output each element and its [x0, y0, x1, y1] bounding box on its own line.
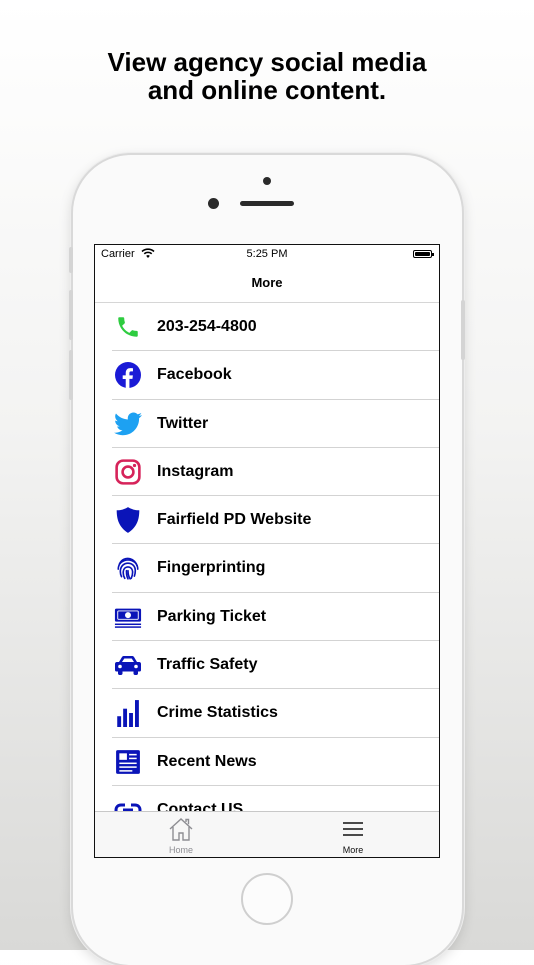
fingerprint-icon — [114, 554, 142, 582]
list-item-phone[interactable]: 203-254-4800 — [95, 303, 439, 352]
list-item-label: Traffic Safety — [157, 656, 258, 674]
list-item-label: Fingerprinting — [157, 559, 266, 577]
front-camera — [263, 177, 271, 185]
headline: View agency social media and online cont… — [0, 48, 534, 104]
app-screen: Carrier 5:25 PM More 203-254-4800 Facebo… — [94, 244, 440, 858]
list-item-label: Parking Ticket — [157, 607, 267, 625]
tab-bar: Home More — [95, 811, 439, 857]
shield-icon — [114, 506, 142, 534]
volume-up-button — [69, 290, 73, 340]
newspaper-icon — [114, 748, 142, 776]
mute-switch — [69, 247, 73, 273]
list-item-label: Fairfield PD Website — [157, 511, 312, 529]
phone-icon — [114, 313, 142, 341]
car-icon — [114, 651, 142, 679]
home-icon — [169, 818, 193, 841]
list-item-fingerprinting[interactable]: Fingerprinting — [95, 544, 439, 593]
twitter-icon — [114, 410, 142, 438]
list-item-label: Crime Statistics — [157, 704, 278, 722]
power-button — [461, 300, 465, 360]
earpiece-speaker — [240, 201, 294, 206]
list-item-instagram[interactable]: Instagram — [95, 448, 439, 497]
status-time: 5:25 PM — [246, 248, 288, 260]
money-icon — [114, 603, 142, 631]
volume-down-button — [69, 350, 73, 400]
facebook-icon — [114, 361, 142, 389]
tab-home[interactable]: Home — [95, 812, 267, 857]
proximity-sensor — [208, 198, 219, 209]
tab-more-label: More — [342, 845, 364, 855]
tab-more[interactable]: More — [267, 812, 439, 857]
list-item-label: Recent News — [157, 752, 257, 770]
list-item-recent-news[interactable]: Recent News — [95, 738, 439, 786]
home-button[interactable] — [241, 873, 293, 925]
tab-home-label: Home — [168, 845, 193, 855]
list-item-label: Twitter — [157, 414, 209, 432]
bar-chart-icon — [114, 699, 142, 728]
headline-line-1: View agency social media — [107, 47, 427, 77]
list-item-facebook[interactable]: Facebook — [95, 351, 439, 400]
more-list: 203-254-4800 Facebook Twitter Instagram — [95, 303, 439, 811]
list-item-twitter[interactable]: Twitter — [95, 400, 439, 448]
instagram-icon — [114, 458, 142, 486]
status-bar: Carrier 5:25 PM — [95, 245, 439, 265]
list-item-crime-statistics[interactable]: Crime Statistics — [95, 689, 439, 738]
list-item-label: Facebook — [157, 366, 232, 384]
list-item-traffic-safety[interactable]: Traffic Safety — [95, 641, 439, 690]
battery-icon — [413, 250, 434, 258]
list-item-label: Contact US — [157, 800, 244, 811]
headline-line-2: and online content. — [147, 75, 387, 105]
list-item-parking-ticket[interactable]: Parking Ticket — [95, 593, 439, 642]
list-item-label: Instagram — [157, 462, 234, 480]
menu-icon — [343, 822, 363, 836]
link-icon — [114, 796, 142, 811]
page-title: More — [251, 275, 283, 290]
list-item-contact-us[interactable]: Contact US — [95, 786, 439, 811]
list-item-website[interactable]: Fairfield PD Website — [95, 496, 439, 545]
list-item-label: 203-254-4800 — [157, 318, 257, 335]
